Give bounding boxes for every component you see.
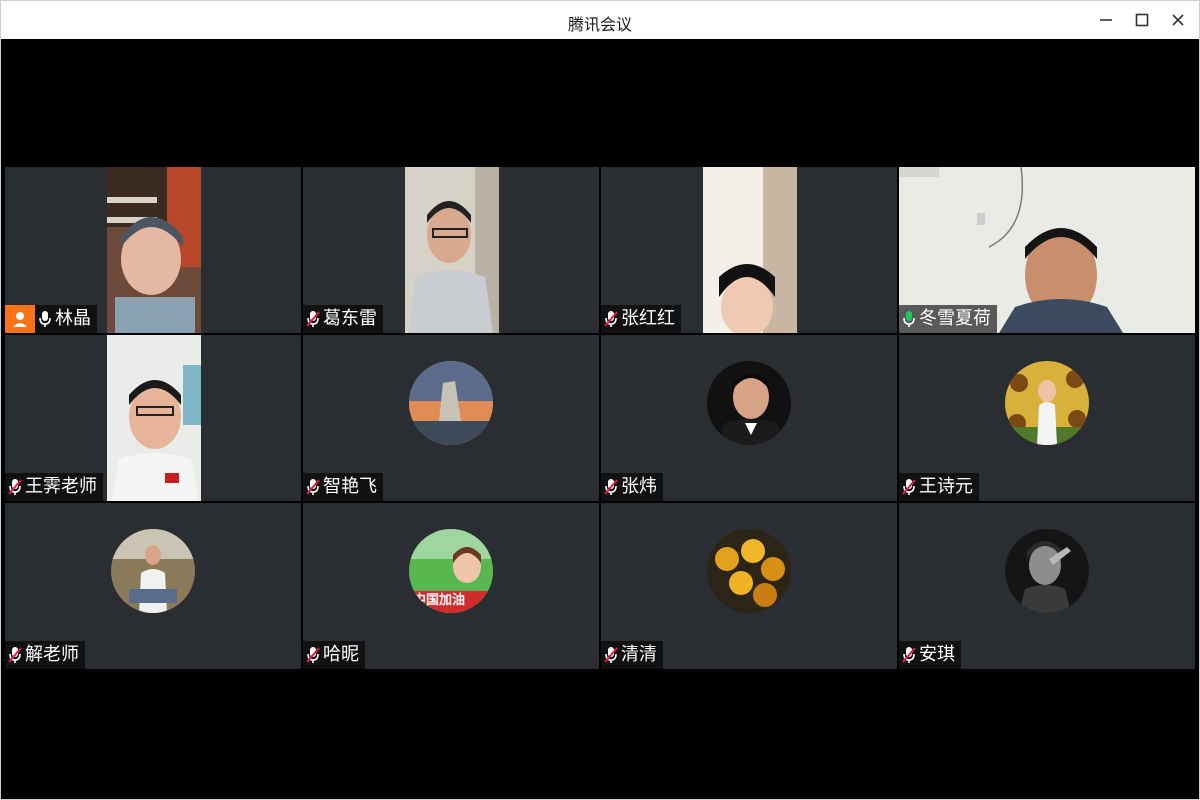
avatar — [707, 529, 791, 613]
video-stage: 林晶 葛东雷 张红红 冬雪夏荷 王霁老师 智艳飞 张炜 王诗元 解老师 中国加油… — [4, 39, 1197, 796]
muted-microphone-icon — [303, 641, 323, 669]
name-tag: 张红红 — [601, 305, 681, 333]
participant-name: 智艳飞 — [323, 476, 377, 497]
host-badge — [5, 305, 35, 333]
muted-microphone-icon — [601, 473, 621, 501]
participant-name: 葛东雷 — [323, 308, 377, 329]
name-tag: 林晶 — [5, 305, 97, 333]
avatar — [1005, 529, 1089, 613]
participant-tile[interactable]: 智艳飞 — [303, 335, 599, 501]
minimize-button[interactable] — [1091, 5, 1121, 35]
participant-name: 林晶 — [55, 308, 91, 329]
muted-microphone-icon — [899, 473, 919, 501]
name-tag: 葛东雷 — [303, 305, 383, 333]
avatar: 中国加油 — [409, 529, 493, 613]
name-tag: 冬雪夏荷 — [899, 305, 997, 333]
microphone-icon — [35, 305, 55, 333]
name-tag: 王霁老师 — [5, 473, 103, 501]
name-tag: 智艳飞 — [303, 473, 383, 501]
participant-tile[interactable]: 清清 — [601, 503, 897, 669]
participant-tile[interactable]: 林晶 — [5, 167, 301, 333]
avatar — [1005, 361, 1089, 445]
window-title: 腾讯会议 — [567, 15, 632, 34]
participant-tile[interactable]: 葛东雷 — [303, 167, 599, 333]
title-bar[interactable]: 腾讯会议 — [1, 1, 1199, 39]
minimize-icon — [1100, 19, 1112, 21]
muted-microphone-icon — [5, 641, 25, 669]
participant-name: 张红红 — [621, 308, 675, 329]
participant-tile[interactable]: 王霁老师 — [5, 335, 301, 501]
name-tag: 解老师 — [5, 641, 85, 669]
maximize-icon — [1135, 13, 1149, 27]
participant-tile[interactable]: 张炜 — [601, 335, 897, 501]
participant-grid: 林晶 葛东雷 张红红 冬雪夏荷 王霁老师 智艳飞 张炜 王诗元 解老师 中国加油… — [5, 167, 1197, 670]
avatar — [409, 361, 493, 445]
participant-name: 冬雪夏荷 — [919, 308, 991, 329]
muted-microphone-icon — [601, 305, 621, 333]
avatar-caption: 中国加油 — [413, 593, 466, 608]
participant-tile[interactable]: 张红红 — [601, 167, 897, 333]
video-feed — [107, 335, 201, 501]
avatar — [111, 529, 195, 613]
participant-name: 清清 — [621, 644, 657, 665]
muted-microphone-icon — [303, 473, 323, 501]
close-icon — [1172, 14, 1184, 26]
active-microphone-icon — [899, 305, 919, 333]
muted-microphone-icon — [601, 641, 621, 669]
participant-tile[interactable]: 中国加油 哈昵 — [303, 503, 599, 669]
participant-name: 张炜 — [621, 476, 657, 497]
avatar — [707, 361, 791, 445]
participant-tile[interactable]: 王诗元 — [899, 335, 1195, 501]
participant-name: 解老师 — [25, 644, 79, 665]
participant-tile[interactable]: 安琪 — [899, 503, 1195, 669]
meeting-window: 腾讯会议 林晶 葛东雷 张红红 冬雪夏荷 王霁老师 智艳飞 张炜 王诗元 解老师… — [0, 0, 1200, 800]
name-tag: 清清 — [601, 641, 663, 669]
participant-name: 王霁老师 — [25, 476, 97, 497]
close-button[interactable] — [1163, 5, 1193, 35]
name-tag: 哈昵 — [303, 641, 365, 669]
participant-name: 哈昵 — [323, 644, 359, 665]
name-tag: 安琪 — [899, 641, 961, 669]
person-icon — [13, 312, 27, 327]
muted-microphone-icon — [899, 641, 919, 669]
video-feed — [107, 167, 201, 333]
participant-name: 安琪 — [919, 644, 955, 665]
name-tag: 王诗元 — [899, 473, 979, 501]
name-tag: 张炜 — [601, 473, 663, 501]
maximize-button[interactable] — [1127, 5, 1157, 35]
participant-name: 王诗元 — [919, 476, 973, 497]
participant-tile[interactable]: 解老师 — [5, 503, 301, 669]
video-feed — [405, 167, 499, 333]
muted-microphone-icon — [303, 305, 323, 333]
participant-tile-active[interactable]: 冬雪夏荷 — [899, 167, 1195, 333]
video-feed — [703, 167, 797, 333]
muted-microphone-icon — [5, 473, 25, 501]
